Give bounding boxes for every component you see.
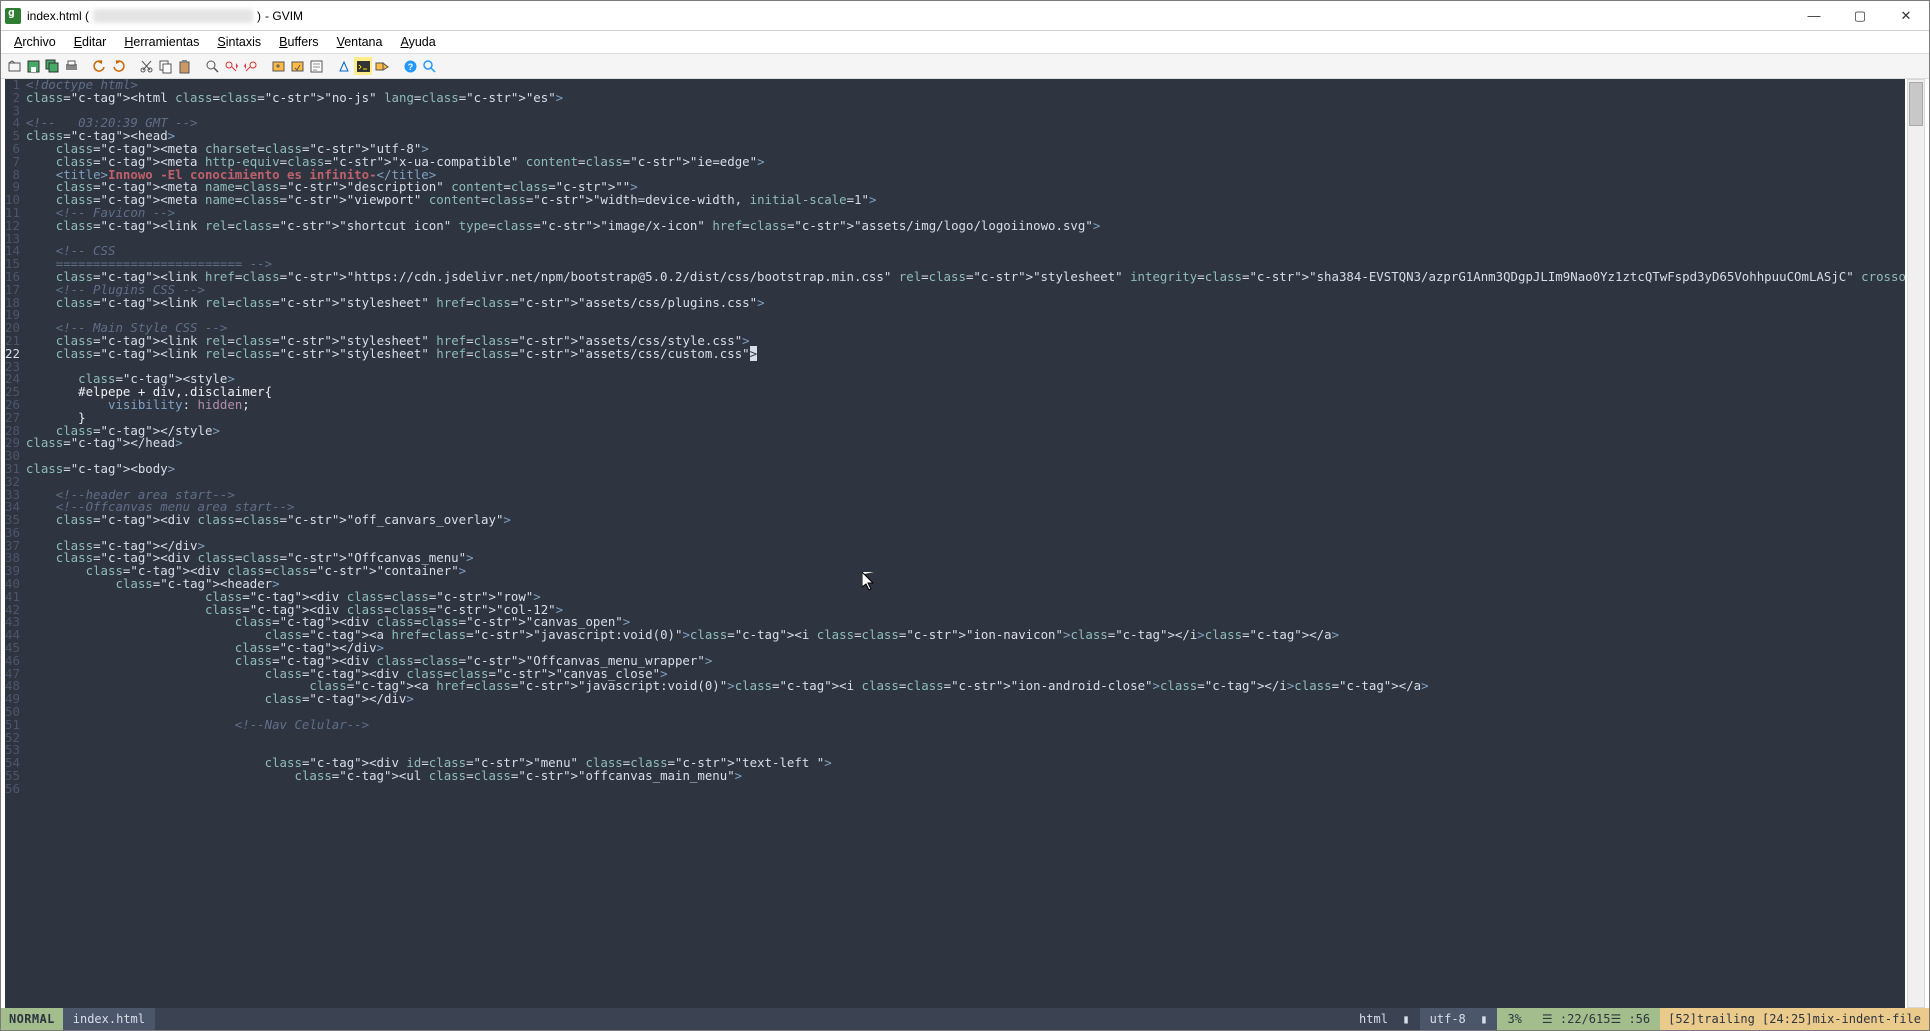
title-prefix: index.html ( bbox=[27, 9, 89, 23]
menu-sintaxis[interactable]: Sintaxis bbox=[208, 33, 270, 51]
file-open-icon[interactable] bbox=[5, 57, 23, 75]
status-encoding: utf-8 ▮ bbox=[1420, 1008, 1498, 1030]
gutter: 1 2 3 4 5 6 7 8 9 10 11 12 13 14 15 16 1… bbox=[5, 79, 26, 1008]
scrollbar-thumb[interactable] bbox=[1909, 82, 1923, 126]
minimize-button[interactable]: — bbox=[1791, 1, 1837, 30]
help-icon[interactable]: ? bbox=[401, 57, 419, 75]
save-session-icon[interactable] bbox=[288, 57, 306, 75]
menu-archivo[interactable]: Archivo bbox=[5, 33, 65, 51]
menubar: ArchivoEditarHerramientasSintaxisBuffers… bbox=[1, 31, 1929, 53]
vertical-scrollbar[interactable] bbox=[1907, 79, 1925, 1008]
menu-ventana[interactable]: Ventana bbox=[328, 33, 392, 51]
copy-icon[interactable] bbox=[156, 57, 174, 75]
redo-icon[interactable] bbox=[109, 57, 127, 75]
make-icon[interactable] bbox=[335, 57, 353, 75]
tag-icon[interactable] bbox=[373, 57, 391, 75]
title-app: - GVIM bbox=[265, 9, 303, 23]
status-warning: [52]trailing [24:25]mix-indent-file bbox=[1660, 1008, 1929, 1030]
shell-icon[interactable] bbox=[354, 57, 372, 75]
menu-herramientas[interactable]: Herramientas bbox=[115, 33, 208, 51]
app-icon bbox=[5, 8, 21, 24]
menu-editar[interactable]: Editar bbox=[65, 33, 116, 51]
find-help-icon[interactable] bbox=[420, 57, 438, 75]
cut-icon[interactable] bbox=[137, 57, 155, 75]
close-button[interactable]: ✕ bbox=[1883, 1, 1929, 30]
find-next-icon[interactable] bbox=[222, 57, 240, 75]
undo-icon[interactable] bbox=[90, 57, 108, 75]
status-position: ☰ :22/615☰ :56 bbox=[1532, 1008, 1660, 1030]
find-replace-icon[interactable] bbox=[203, 57, 221, 75]
paste-icon[interactable] bbox=[175, 57, 193, 75]
script-icon[interactable] bbox=[307, 57, 325, 75]
status-percent: 3% bbox=[1497, 1008, 1531, 1030]
menu-ayuda[interactable]: Ayuda bbox=[391, 33, 444, 51]
file-save-icon[interactable] bbox=[24, 57, 42, 75]
statusline: NORMAL index.html html ▮ utf-8 ▮ 3% ☰ :2… bbox=[1, 1008, 1929, 1030]
status-filetype: html ▮ bbox=[1349, 1008, 1420, 1030]
code-area[interactable]: <!doctype html> class="c-tag"><html clas… bbox=[26, 79, 1905, 1008]
editor[interactable]: 1 2 3 4 5 6 7 8 9 10 11 12 13 14 15 16 1… bbox=[5, 79, 1905, 1008]
titlebar[interactable]: index.html ( ) - GVIM — ▢ ✕ bbox=[1, 1, 1929, 31]
editor-wrap: 1 2 3 4 5 6 7 8 9 10 11 12 13 14 15 16 1… bbox=[1, 79, 1929, 1008]
load-session-icon[interactable] bbox=[269, 57, 287, 75]
status-file: index.html bbox=[63, 1008, 155, 1030]
svg-text:?: ? bbox=[407, 62, 413, 72]
toolbar: ? bbox=[1, 53, 1929, 79]
find-prev-icon[interactable] bbox=[241, 57, 259, 75]
maximize-button[interactable]: ▢ bbox=[1837, 1, 1883, 30]
title-redacted bbox=[93, 9, 253, 23]
menu-buffers[interactable]: Buffers bbox=[270, 33, 327, 51]
status-mode: NORMAL bbox=[1, 1008, 63, 1030]
print-icon[interactable] bbox=[62, 57, 80, 75]
title-paren: ) bbox=[257, 9, 261, 23]
window-frame: index.html ( ) - GVIM — ▢ ✕ ArchivoEdita… bbox=[0, 0, 1930, 1031]
file-saveall-icon[interactable] bbox=[43, 57, 61, 75]
